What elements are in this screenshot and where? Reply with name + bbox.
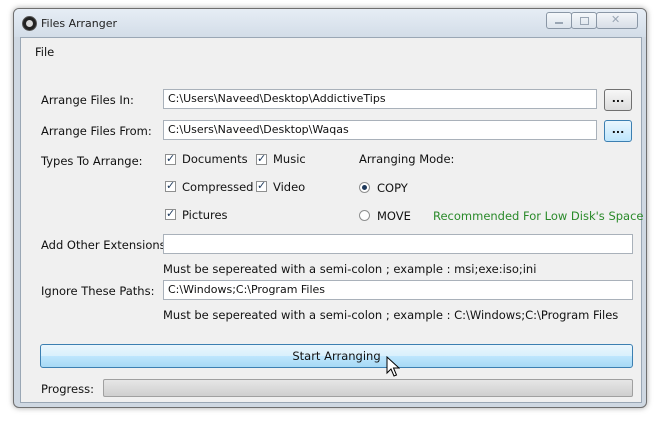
title-bar[interactable]: Files Arranger bbox=[14, 9, 646, 37]
mode-label: Arranging Mode: bbox=[359, 152, 455, 166]
close-button[interactable] bbox=[596, 12, 638, 29]
copy-label: COPY bbox=[377, 181, 408, 195]
arrange-from-input[interactable]: C:\Users\Naveed\Desktop\Waqas bbox=[163, 120, 597, 140]
video-label: Video bbox=[273, 180, 306, 194]
start-arranging-button[interactable]: Start Arranging bbox=[40, 344, 633, 368]
arrange-from-browse-button[interactable]: ... bbox=[604, 120, 632, 142]
ext-hint: Must be sepereated with a semi-colon ; e… bbox=[163, 262, 537, 276]
app-icon bbox=[22, 16, 37, 31]
arrange-in-browse-button[interactable]: ... bbox=[604, 89, 632, 111]
compressed-checkbox[interactable] bbox=[165, 179, 176, 192]
music-label: Music bbox=[273, 152, 306, 166]
compressed-label: Compressed bbox=[182, 180, 254, 194]
progress-bar bbox=[103, 379, 633, 397]
video-checkbox[interactable] bbox=[256, 179, 267, 192]
other-ext-label: Add Other Extensions: bbox=[41, 238, 170, 252]
client-area: File Arrange Files In: C:\Users\Naveed\D… bbox=[20, 37, 644, 403]
music-checkbox[interactable] bbox=[256, 152, 267, 165]
move-label: MOVE bbox=[377, 209, 411, 223]
ignore-paths-input[interactable]: C:\Windows;C:\Program Files bbox=[163, 280, 633, 300]
copy-radio[interactable] bbox=[359, 182, 370, 193]
menu-file[interactable]: File bbox=[35, 45, 54, 59]
recommend-note: Recommended For Low Disk's Space bbox=[433, 209, 644, 223]
maximize-button[interactable] bbox=[571, 12, 597, 29]
types-label: Types To Arrange: bbox=[41, 154, 143, 168]
minimize-button[interactable] bbox=[546, 12, 572, 29]
pictures-checkbox[interactable] bbox=[165, 207, 176, 220]
arrange-in-label: Arrange Files In: bbox=[41, 93, 134, 107]
ignore-label: Ignore These Paths: bbox=[41, 284, 155, 298]
documents-label: Documents bbox=[182, 152, 248, 166]
progress-label: Progress: bbox=[41, 382, 94, 396]
arrange-from-label: Arrange Files From: bbox=[41, 124, 152, 138]
documents-checkbox[interactable] bbox=[165, 152, 176, 165]
arrange-in-input[interactable]: C:\Users\Naveed\Desktop\AddictiveTips bbox=[163, 89, 597, 109]
pictures-label: Pictures bbox=[182, 208, 228, 222]
window-title: Files Arranger bbox=[41, 17, 117, 30]
move-radio[interactable] bbox=[359, 210, 370, 221]
mouse-cursor-icon bbox=[386, 356, 400, 377]
ignore-hint: Must be sepereated with a semi-colon ; e… bbox=[163, 308, 619, 322]
other-ext-input[interactable] bbox=[163, 234, 633, 254]
app-window: Files Arranger File Arrange Files In: C:… bbox=[13, 8, 647, 408]
